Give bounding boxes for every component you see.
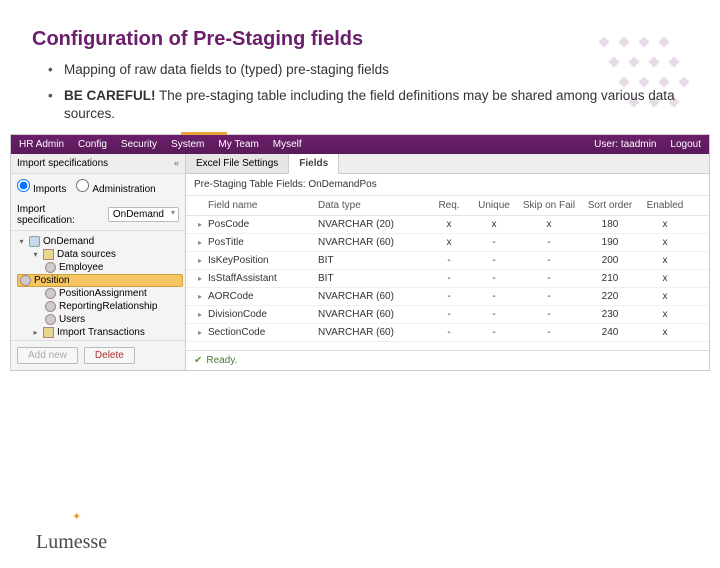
radio-administration[interactable]: Administration [76, 179, 155, 195]
table-row[interactable]: ▸AORCodeNVARCHAR (60)---220x [186, 288, 709, 306]
decorative-diamonds [580, 28, 720, 228]
import-spec-dropdown[interactable]: OnDemand [108, 207, 179, 222]
tree-item-position[interactable]: Position [17, 274, 183, 287]
nav-config[interactable]: Config [78, 139, 107, 150]
import-spec-label: Import specification: [17, 204, 104, 226]
add-new-button[interactable]: Add new [17, 347, 78, 364]
tree-item-users[interactable]: Users [17, 313, 183, 326]
radio-imports[interactable]: Imports [17, 179, 66, 195]
expand-icon[interactable]: ▸ [192, 328, 208, 337]
tree-item-reportingrelationship[interactable]: ReportingRelationship [17, 300, 183, 313]
nav-my-team[interactable]: My Team [218, 139, 258, 150]
expand-icon[interactable]: ▸ [192, 238, 208, 247]
expand-icon[interactable]: ▸ [192, 310, 208, 319]
tab-fields[interactable]: Fields [289, 154, 339, 174]
check-icon: ✔ [194, 355, 202, 366]
tree-item-positionassignment[interactable]: PositionAssignment [17, 287, 183, 300]
table-row[interactable]: ▸DivisionCodeNVARCHAR (60)---230x [186, 306, 709, 324]
lumesse-logo: ✦ Lumesse [36, 518, 107, 554]
table-row[interactable]: ▸IsKeyPositionBIT---200x [186, 252, 709, 270]
tree-root[interactable]: ▾OnDemand [17, 235, 183, 248]
collapse-icon[interactable]: « [174, 158, 179, 168]
left-panel: Import specifications « Imports Administ… [11, 154, 186, 370]
table-row[interactable]: ▸PosTitleNVARCHAR (60)x--190x [186, 234, 709, 252]
nav-myself[interactable]: Myself [273, 139, 302, 150]
expand-icon[interactable]: ▸ [192, 256, 208, 265]
expand-icon[interactable]: ▸ [192, 274, 208, 283]
table-row[interactable]: ▸SectionCodeNVARCHAR (60)---240x [186, 324, 709, 342]
tree-datasources[interactable]: ▾Data sources [17, 248, 183, 261]
status-bar: ✔ Ready. [186, 350, 709, 370]
tree-item-employee[interactable]: Employee [17, 261, 183, 274]
tree-import-transactions[interactable]: ▸Import Transactions [17, 326, 183, 339]
tab-excel-file-settings[interactable]: Excel File Settings [186, 154, 289, 173]
left-panel-title: Import specifications [17, 158, 108, 169]
delete-button[interactable]: Delete [84, 347, 135, 364]
table-row[interactable]: ▸IsStaffAssistantBIT---210x [186, 270, 709, 288]
nav-hr-admin[interactable]: HR Admin [19, 139, 64, 150]
bullet-1: Mapping of raw data fields to (typed) pr… [48, 61, 680, 79]
nav-security[interactable]: Security [121, 139, 157, 150]
tree-view: ▾OnDemand ▾Data sources Employee Positio… [11, 231, 185, 340]
nav-system[interactable]: System [171, 139, 204, 150]
expand-icon[interactable]: ▸ [192, 292, 208, 301]
bullet-2: BE CAREFUL! The pre-staging table includ… [48, 87, 680, 123]
expand-icon[interactable]: ▸ [192, 220, 208, 229]
